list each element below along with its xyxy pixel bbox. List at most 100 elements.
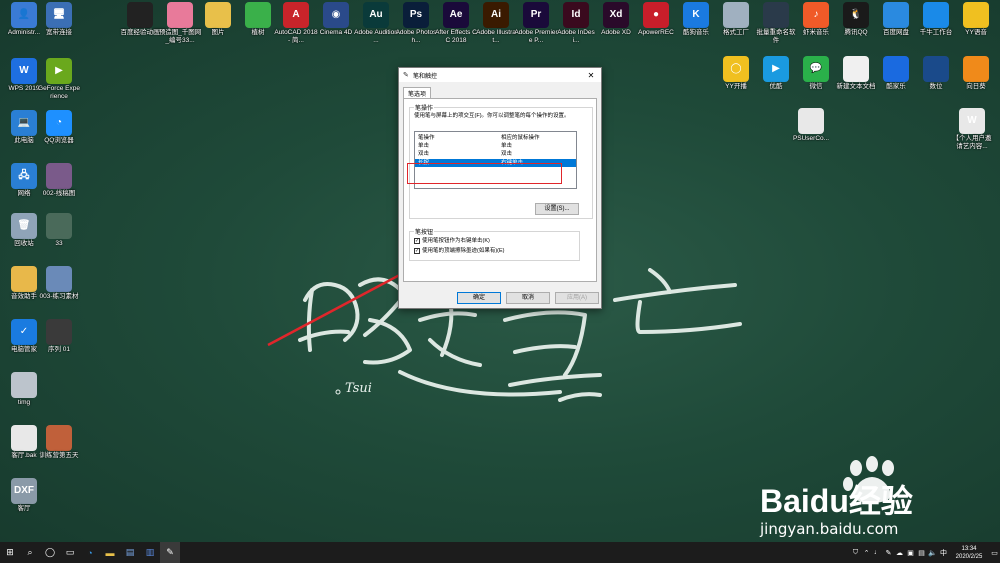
checkbox-checked-icon: ✓ — [414, 238, 420, 244]
apply-button[interactable]: 应用(A) — [555, 292, 599, 304]
app-tray-icon[interactable]: ▣ — [905, 549, 916, 557]
settings-button[interactable]: 设置(S)... — [535, 203, 579, 215]
clock-time: 13:34 — [961, 545, 977, 552]
desktop-icon-label: 批量重命名软件 — [756, 29, 796, 44]
desktop-icon[interactable]: ◔ QQ浏览器 — [37, 110, 81, 145]
app-icon: 🗑 — [11, 213, 37, 239]
desktop-icon[interactable]: K 酷狗音乐 — [674, 2, 718, 37]
desktop-icon[interactable]: 批量重命名软件 — [754, 2, 798, 45]
chalk-signature: Tsui — [345, 381, 372, 396]
desktop-icon[interactable]: Xd Adobe XD — [594, 2, 638, 37]
desktop-icon-label: Adobe Audition ... — [354, 29, 398, 44]
desktop-icon[interactable]: ● ApowerREC — [634, 2, 678, 37]
list-item-mouse: 单击 — [501, 143, 513, 149]
notification-icon[interactable]: ▭ — [989, 549, 1000, 557]
desktop-icon[interactable]: 002-线稿图 — [37, 163, 81, 198]
desktop-icon[interactable]: 格式工厂 — [714, 2, 758, 37]
desktop-icon[interactable]: 图片 — [196, 2, 240, 37]
desktop-icon[interactable]: Au Adobe Audition ... — [354, 2, 398, 45]
dialog-titlebar[interactable]: ✎ 笔和触控 ✕ — [399, 68, 601, 82]
desktop-icon[interactable]: 酷家乐 — [874, 56, 918, 91]
list-item[interactable]: 单击 单击 — [415, 142, 576, 150]
desktop-icon-label: Adobe InDesi... — [557, 29, 595, 44]
app-icon — [46, 163, 72, 189]
desktop-icon[interactable]: 序列 01 — [37, 319, 81, 354]
desktop-icon[interactable]: Ae After Effects CC 2018 — [434, 2, 478, 45]
watermark-brand: Baidu经验 — [760, 483, 913, 519]
store-icon[interactable]: ▤ — [120, 542, 140, 563]
desktop-icon[interactable]: 💬 微信 — [794, 56, 838, 91]
desktop-icon[interactable]: Ai Adobe Illustrat... — [474, 2, 518, 45]
desktop-icon-label: 向日葵 — [966, 83, 986, 90]
desktop-icon[interactable]: 向日葵 — [954, 56, 998, 91]
desktop-icon-label: 003-练习素材 — [39, 293, 79, 300]
app-icon: 🐧 — [843, 2, 869, 28]
browser-taskbar-icon[interactable]: ◔ — [80, 542, 100, 563]
desktop-icon[interactable]: 🖥 宽带连接 — [37, 2, 81, 37]
clock[interactable]: 13:34 2020/2/25 — [949, 545, 989, 561]
microphone-icon[interactable]: ♩ — [872, 549, 883, 556]
cancel-button[interactable]: 取消 — [506, 292, 550, 304]
desktop-icon[interactable]: 🐧 腾讯QQ — [834, 2, 878, 37]
desktop-icon[interactable]: DXF 客厅 — [2, 478, 46, 513]
desktop-icon[interactable]: W 【个人用户邀请艺内容... — [950, 108, 994, 151]
task-view-icon[interactable]: ▭ — [60, 542, 80, 563]
close-icon[interactable]: ✕ — [585, 71, 597, 80]
desktop-icon[interactable]: 新建文本文档 — [834, 56, 878, 91]
app-icon: ♪ — [803, 2, 829, 28]
app-icon: Ae — [443, 2, 469, 28]
desktop-icon[interactable]: ◯ YY开播 — [714, 56, 758, 91]
right-click-checkbox[interactable]: ✓ 使用笔按钮作为右键单击(K) — [414, 237, 490, 245]
desktop-icon[interactable]: Ps Adobe Photosh... — [394, 2, 438, 45]
desktop-icon[interactable]: ◉ Cinema 4D — [314, 2, 358, 37]
desktop-icon[interactable]: 训练营第五天 — [37, 425, 81, 460]
list-item[interactable]: 双击 双击 — [415, 150, 576, 158]
desktop-icon[interactable]: ▶ 优酷 — [754, 56, 798, 91]
desktop-icon[interactable]: A AutoCAD 2018 - 简... — [274, 2, 318, 45]
desktop-icon-label: Adobe Illustrat... — [476, 29, 516, 44]
app-icon: ◯ — [723, 56, 749, 82]
desktop-icon[interactable]: 百度网盘 — [874, 2, 918, 37]
shield-icon[interactable]: ⛉ — [850, 549, 861, 557]
app-icon — [723, 2, 749, 28]
ok-button[interactable]: 确定 — [457, 292, 501, 304]
list-item-action: 单击 — [418, 143, 430, 149]
desktop-icon[interactable]: PSUserCo... — [789, 108, 833, 143]
pen-buttons-group: 笔按钮 ✓ 使用笔按钮作为右键单击(K) ✓ 使用笔的顶端擦除墨迹(如果有)(E… — [409, 227, 580, 261]
desktop-icon[interactable]: 数位 — [914, 56, 958, 91]
chevron-up-icon[interactable]: ⌃ — [861, 549, 872, 557]
desktop-icon[interactable]: ▶ GeForce Experience — [37, 58, 81, 101]
desktop-icon[interactable]: timg — [2, 372, 46, 407]
desktop-icon[interactable]: 百度经验动画 — [118, 2, 162, 37]
app-icon — [245, 2, 271, 28]
file-explorer-icon[interactable]: ▬ — [100, 542, 120, 563]
pen-tray-icon[interactable]: ✎ — [883, 549, 894, 557]
tablet-app-icon[interactable]: ▥ — [140, 542, 160, 563]
cortana-icon[interactable]: ◯ — [40, 542, 60, 563]
app-icon: ◉ — [323, 2, 349, 28]
desktop-icon-label: PSUserCo... — [792, 135, 830, 142]
app-icon — [127, 2, 153, 28]
search-icon[interactable]: ⌕ — [20, 542, 40, 563]
desktop-icon[interactable]: Id Adobe InDesi... — [554, 2, 598, 45]
app-icon: W — [959, 108, 985, 134]
volume-icon[interactable]: 🔈 — [927, 549, 938, 557]
tab-panel: 笔操作 使用笔与屏幕上的项交互(F)。你可以调整笔的每个操作的设置。 笔操作 相… — [403, 98, 597, 282]
app-icon: Ai — [483, 2, 509, 28]
desktop-icon[interactable]: 千牛工作台 — [914, 2, 958, 37]
desktop-icon[interactable]: 003-练习素材 — [37, 266, 81, 301]
input-method-icon[interactable]: 中 — [938, 548, 949, 558]
cloud-icon[interactable]: ☁ — [894, 549, 905, 557]
network-icon[interactable]: ▤ — [916, 549, 927, 557]
desktop-icon[interactable]: Pr Adobe Premiere P... — [514, 2, 558, 45]
desktop-icon-label: 酷家乐 — [886, 83, 906, 90]
app-icon: 🖧 — [11, 163, 37, 189]
pen-touch-taskbar-icon[interactable]: ✎ — [160, 542, 180, 563]
desktop-icon[interactable]: ♪ 虾米音乐 — [794, 2, 838, 37]
windows-start-icon[interactable]: ⊞ — [0, 542, 20, 563]
app-icon — [11, 266, 37, 292]
desktop-icon[interactable]: 33 — [37, 213, 81, 248]
desktop-icon[interactable]: YY语音 — [954, 2, 998, 37]
pen-actions-group-title: 笔操作 — [414, 103, 435, 112]
eraser-checkbox[interactable]: ✓ 使用笔的顶端擦除墨迹(如果有)(E) — [414, 247, 505, 255]
